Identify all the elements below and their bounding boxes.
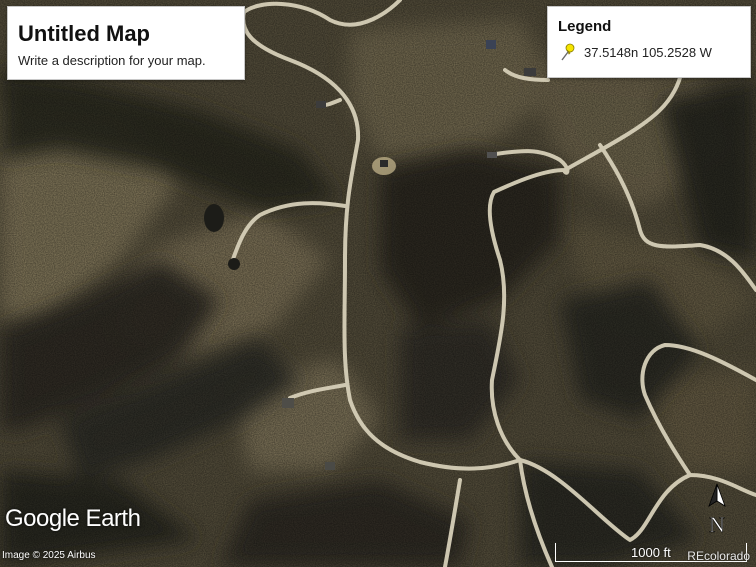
map-description[interactable]: Write a description for your map. (18, 53, 206, 68)
satellite-imagery[interactable] (0, 0, 756, 567)
legend-item[interactable]: 37.5148n 105.2528 W (560, 43, 712, 61)
legend-panel: Legend 37.5148n 105.2528 W (547, 6, 751, 78)
legend-item-label: 37.5148n 105.2528 W (584, 44, 712, 60)
map-title[interactable]: Untitled Map (18, 21, 150, 47)
google-earth-watermark: Google Earth (5, 505, 141, 532)
map-viewport[interactable]: Untitled Map Write a description for you… (0, 0, 756, 567)
legend-title: Legend (558, 18, 612, 35)
map-info-panel: Untitled Map Write a description for you… (7, 6, 245, 80)
imagery-attribution: Image © 2025 Airbus (2, 550, 96, 561)
provider-credit: REcolorado (687, 549, 750, 563)
scale-label: 1000 ft (631, 545, 671, 560)
yellow-pushpin-icon (561, 43, 575, 61)
compass-north-label: N (709, 512, 725, 537)
north-arrow-icon[interactable]: N (704, 482, 730, 542)
